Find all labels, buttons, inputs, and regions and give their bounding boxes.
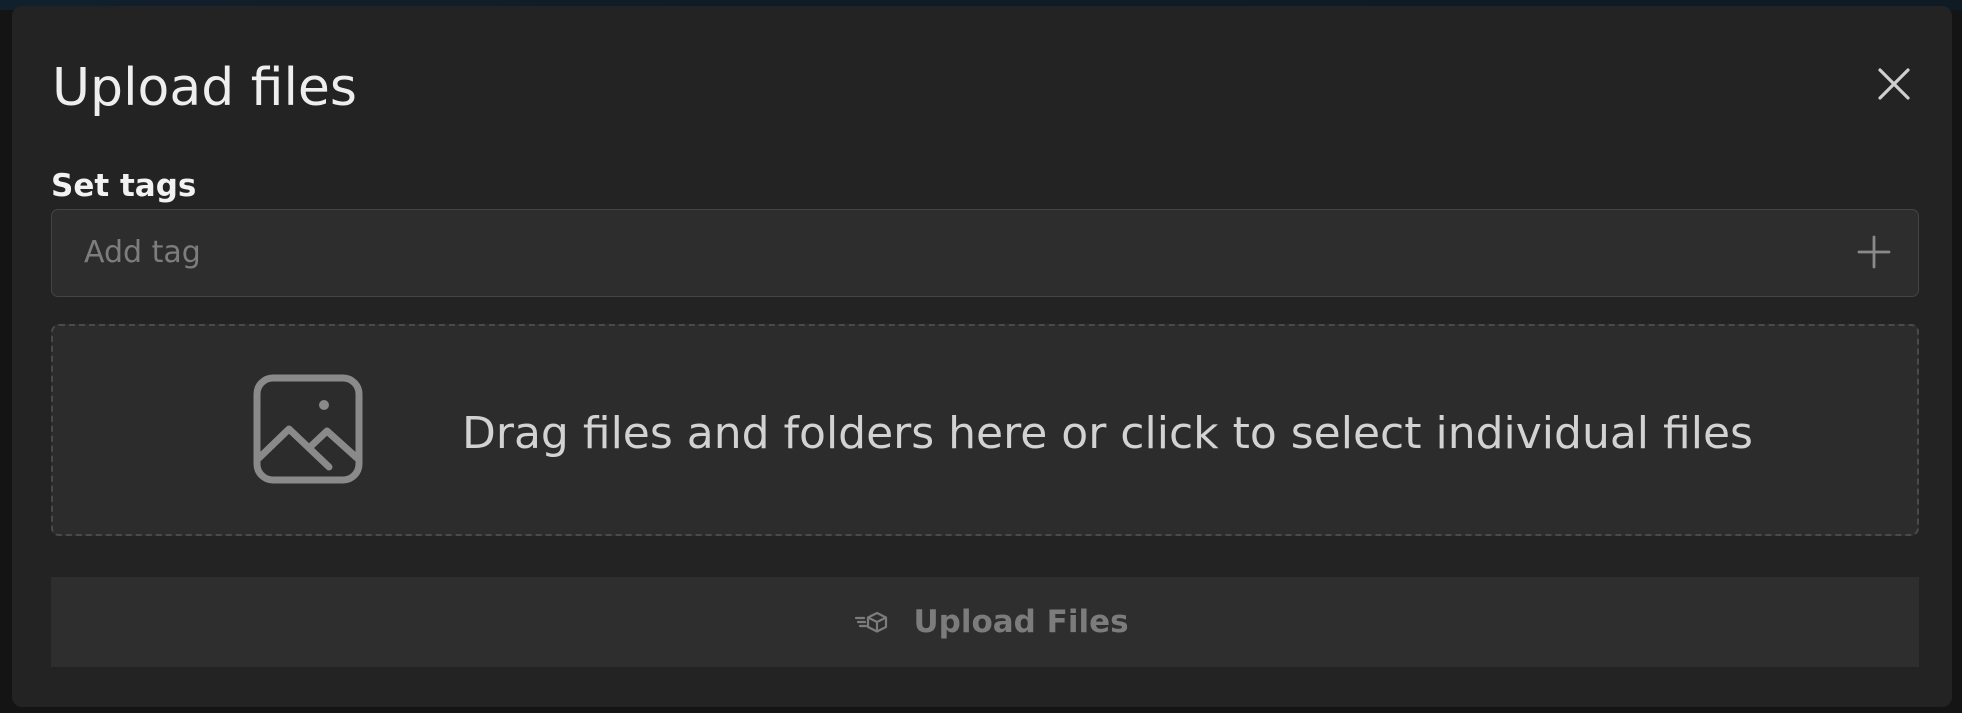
dropzone-instructions: Drag files and folders here or click to … xyxy=(462,408,1753,459)
add-tag-input[interactable] xyxy=(52,210,1832,295)
file-dropzone[interactable]: Drag files and folders here or click to … xyxy=(51,324,1919,536)
close-button[interactable] xyxy=(1872,62,1916,106)
upload-files-button[interactable]: Upload Files xyxy=(51,577,1919,667)
upload-button-content: Upload Files xyxy=(855,604,1129,640)
fast-box-icon xyxy=(855,611,888,633)
image-icon xyxy=(253,374,363,484)
plus-icon xyxy=(1857,235,1891,269)
close-icon xyxy=(1878,68,1910,100)
upload-files-dialog: Upload files Set tags Drag files and fol… xyxy=(12,6,1952,707)
add-tag-button[interactable] xyxy=(1852,230,1896,274)
set-tags-label: Set tags xyxy=(51,168,197,204)
tag-input-container xyxy=(51,209,1919,297)
upload-button-label: Upload Files xyxy=(913,604,1129,640)
dialog-title: Upload files xyxy=(52,58,358,118)
